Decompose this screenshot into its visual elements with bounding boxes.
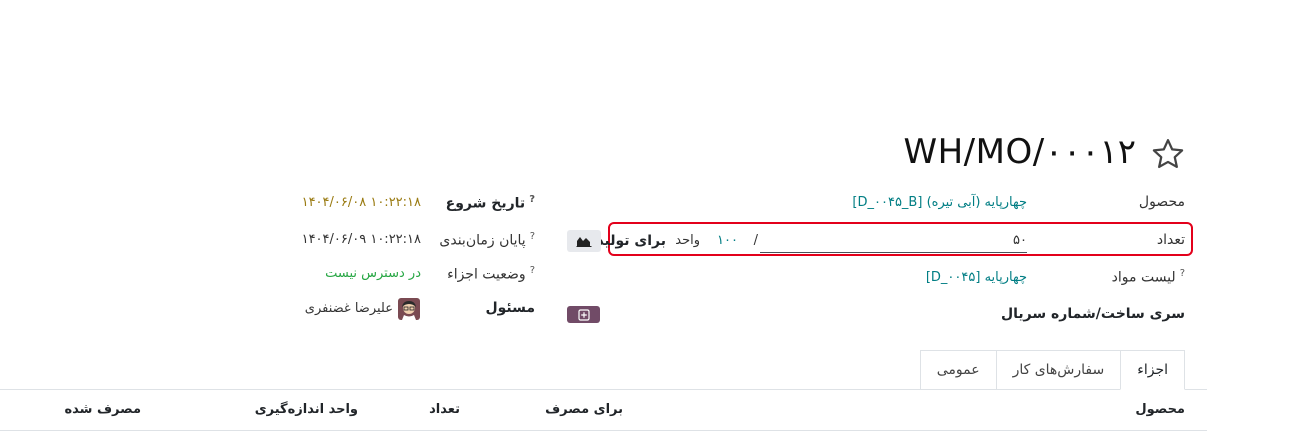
tab-components[interactable]: اجزاء bbox=[1120, 350, 1185, 390]
end-date-field[interactable]: ۱۴۰۴/۰۶/۰۹ ۱۰:۲۲:۱۸ bbox=[302, 232, 421, 247]
plus-square-icon bbox=[577, 308, 590, 321]
quantity-underline bbox=[760, 252, 1027, 253]
quantity-input[interactable]: ۵۰ bbox=[1013, 233, 1027, 248]
end-date-label: پایان زمان‌بندی? bbox=[439, 231, 535, 249]
responsible-label: مسئول bbox=[485, 300, 535, 316]
quantity-label: تعداد bbox=[1156, 232, 1185, 248]
quantity-to-produce[interactable]: ۱۰۰ bbox=[717, 233, 738, 248]
lot-serial-label: سری ساخت/شماره سریال bbox=[1001, 306, 1185, 322]
column-header-consumed[interactable]: مصرف شده bbox=[64, 402, 141, 417]
add-lot-button[interactable] bbox=[567, 306, 600, 323]
column-header-uom[interactable]: واحد اندازه‌گیری bbox=[255, 402, 358, 417]
star-icon[interactable] bbox=[1150, 136, 1186, 172]
product-field[interactable]: [D_۰۰۴۵_B] چهارپایه (آبی تیره) bbox=[852, 195, 1027, 210]
tab-miscellaneous[interactable]: عمومی bbox=[919, 350, 997, 390]
table-header-divider bbox=[0, 430, 1207, 431]
area-chart-icon bbox=[576, 237, 592, 247]
user-avatar[interactable] bbox=[398, 298, 420, 320]
bom-field[interactable]: [D_۰۰۴۵] چهارپایه bbox=[926, 270, 1027, 285]
bom-label: لیست مواد? bbox=[1111, 268, 1185, 286]
column-header-quantity[interactable]: تعداد bbox=[429, 402, 460, 417]
start-date-label: تاریخ شروع? bbox=[445, 194, 535, 212]
record-title: WH/MO/۰۰۰۱۲ bbox=[903, 132, 1136, 172]
components-status-value: در دسترس نیست bbox=[325, 266, 421, 281]
column-header-product[interactable]: محصول bbox=[1135, 402, 1185, 417]
notebook-tabs: اجزاء سفارش‌های کار عمومی bbox=[919, 350, 1185, 390]
quantity-separator: / bbox=[753, 233, 758, 248]
uom-field[interactable]: واحد bbox=[675, 233, 700, 248]
column-header-to-consume[interactable]: برای مصرف bbox=[545, 402, 623, 417]
tab-work-orders[interactable]: سفارش‌های کار bbox=[995, 350, 1122, 390]
start-date-field[interactable]: ۱۴۰۴/۰۶/۰۸ ۱۰:۲۲:۱۸ bbox=[302, 195, 421, 210]
responsible-field[interactable]: علیرضا غضنفری bbox=[305, 301, 393, 316]
tab-divider bbox=[0, 389, 1207, 390]
forecast-chart-button[interactable] bbox=[567, 230, 601, 252]
product-label: محصول bbox=[1138, 194, 1185, 210]
components-status-label: وضعیت اجزاء? bbox=[447, 265, 535, 283]
to-produce-label: برای تولید bbox=[596, 233, 666, 249]
